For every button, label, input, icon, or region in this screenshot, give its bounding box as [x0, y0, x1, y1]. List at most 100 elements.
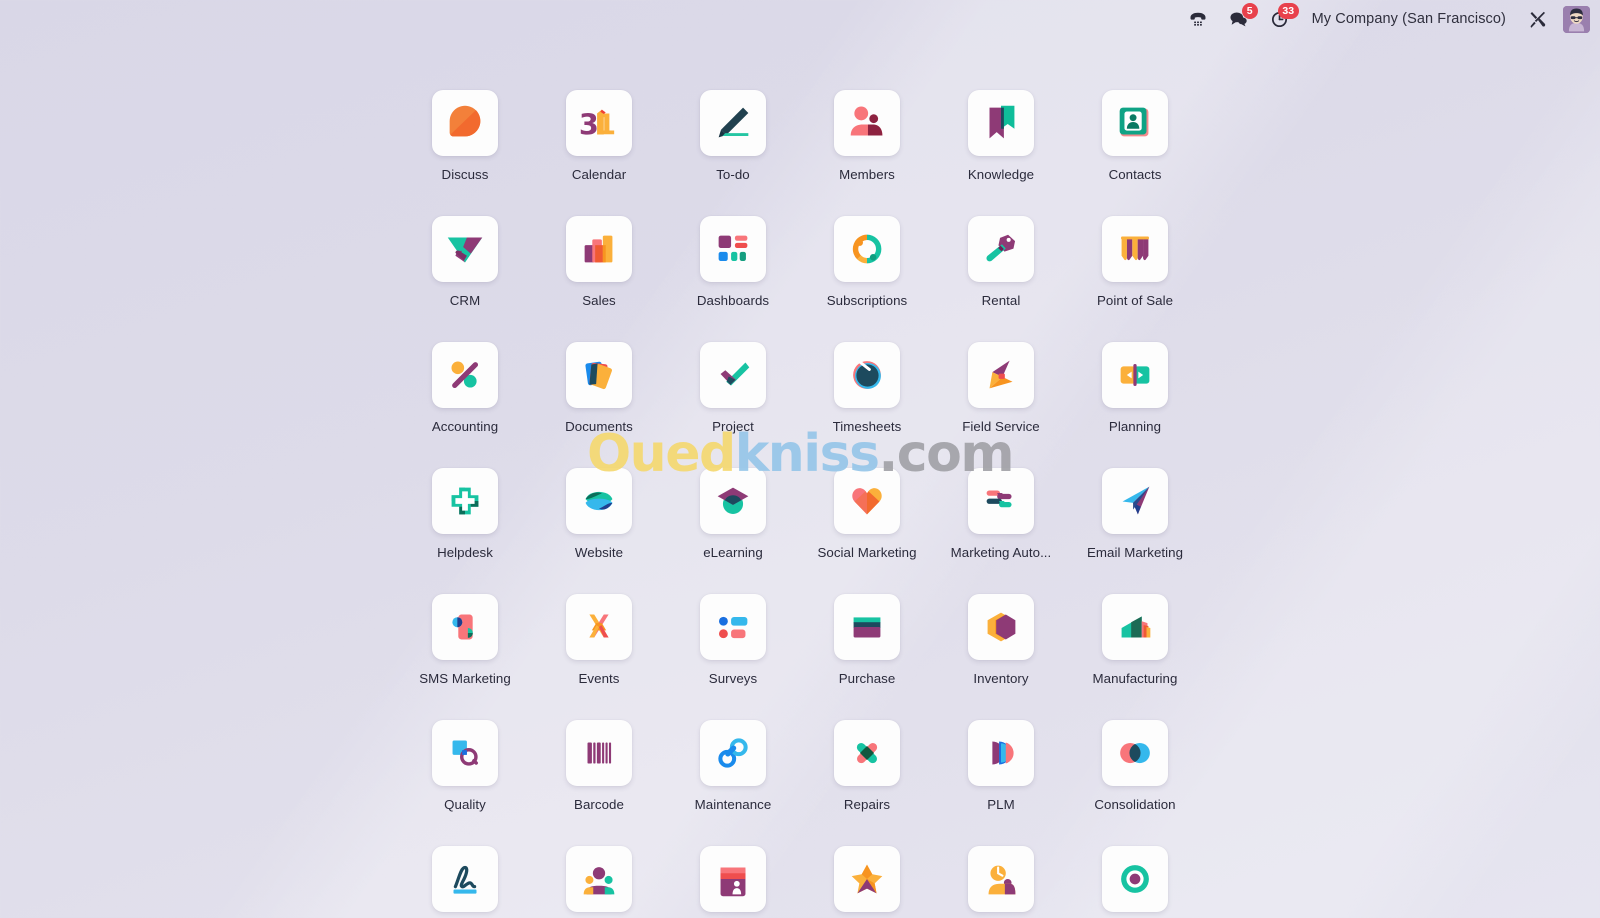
app-label: Email Marketing: [1086, 545, 1184, 560]
app-grid: Discuss 3 1 Calendar To-do Members Knowl…: [398, 84, 1202, 918]
app-appraisal[interactable]: [800, 840, 934, 918]
app-recruitment[interactable]: [666, 840, 800, 918]
app-accounting[interactable]: Accounting: [398, 336, 532, 462]
app-barcode[interactable]: Barcode: [532, 714, 666, 840]
app-dashboards[interactable]: Dashboards: [666, 210, 800, 336]
appraisal-icon: [834, 846, 900, 912]
knowledge-icon: [968, 90, 1034, 156]
messages-badge: 5: [1241, 3, 1258, 19]
avatar[interactable]: [1557, 5, 1592, 33]
app-social-marketing[interactable]: Social Marketing: [800, 462, 934, 588]
app-timesheets[interactable]: Timesheets: [800, 336, 934, 462]
app-label: Events: [578, 671, 620, 686]
activities-icon[interactable]: 33: [1259, 0, 1300, 38]
app-crm[interactable]: CRM: [398, 210, 532, 336]
app-project[interactable]: Project: [666, 336, 800, 462]
app-surveys[interactable]: Surveys: [666, 588, 800, 714]
app-marketing-automation[interactable]: Marketing Auto...: [934, 462, 1068, 588]
app-sms-marketing[interactable]: SMS Marketing: [398, 588, 532, 714]
app-sign[interactable]: [398, 840, 532, 918]
app-website[interactable]: Website: [532, 462, 666, 588]
timesheets-icon: [834, 342, 900, 408]
app-label: PLM: [987, 797, 1015, 812]
app-pos[interactable]: Point of Sale: [1068, 210, 1202, 336]
project-icon: [700, 342, 766, 408]
app-consolidation[interactable]: Consolidation: [1068, 714, 1202, 840]
voip-dialpad-icon[interactable]: [1178, 0, 1218, 38]
app-label: Timesheets: [832, 419, 902, 434]
app-employees[interactable]: [532, 840, 666, 918]
app-plm[interactable]: PLM: [934, 714, 1068, 840]
app-planning[interactable]: Planning: [1068, 336, 1202, 462]
app-rental[interactable]: Rental: [934, 210, 1068, 336]
messages-icon[interactable]: 5: [1218, 0, 1259, 38]
app-lunch[interactable]: [1068, 840, 1202, 918]
field-service-icon: [968, 342, 1034, 408]
app-subscriptions[interactable]: Subscriptions: [800, 210, 934, 336]
purchase-icon: [834, 594, 900, 660]
app-inventory[interactable]: Inventory: [934, 588, 1068, 714]
dashboards-icon: [700, 216, 766, 282]
app-maintenance[interactable]: Maintenance: [666, 714, 800, 840]
app-label: Contacts: [1108, 167, 1162, 182]
sign-icon: [432, 846, 498, 912]
subscriptions-icon: [834, 216, 900, 282]
events-icon: [566, 594, 632, 660]
app-label: SMS Marketing: [419, 671, 511, 686]
app-label: Purchase: [838, 671, 896, 686]
marketing-automation-icon: [968, 468, 1034, 534]
website-icon: [566, 468, 632, 534]
app-knowledge[interactable]: Knowledge: [934, 84, 1068, 210]
app-label: Surveys: [708, 671, 758, 686]
app-sales[interactable]: Sales: [532, 210, 666, 336]
app-label: Helpdesk: [437, 545, 493, 560]
app-calendar[interactable]: 3 1 Calendar: [532, 84, 666, 210]
app-events[interactable]: Events: [532, 588, 666, 714]
app-purchase[interactable]: Purchase: [800, 588, 934, 714]
app-time-off[interactable]: [934, 840, 1068, 918]
quality-icon: [432, 720, 498, 786]
app-label: To-do: [716, 167, 750, 182]
company-switcher[interactable]: My Company (San Francisco): [1300, 11, 1518, 27]
consolidation-icon: [1102, 720, 1168, 786]
systray: 5 33 My Company (San Francisco): [0, 0, 1600, 38]
app-label: Knowledge: [967, 167, 1035, 182]
discuss-icon: [432, 90, 498, 156]
settings-tools-icon[interactable]: [1518, 0, 1557, 38]
app-manufacturing[interactable]: Manufacturing: [1068, 588, 1202, 714]
rental-icon: [968, 216, 1034, 282]
app-label: Calendar: [571, 167, 627, 182]
app-members[interactable]: Members: [800, 84, 934, 210]
inventory-icon: [968, 594, 1034, 660]
helpdesk-icon: [432, 468, 498, 534]
app-label: Manufacturing: [1092, 671, 1178, 686]
activities-badge: 33: [1277, 3, 1299, 19]
app-label: Point of Sale: [1096, 293, 1174, 308]
sales-icon: [566, 216, 632, 282]
app-label: Inventory: [973, 671, 1029, 686]
surveys-icon: [700, 594, 766, 660]
sms-marketing-icon: [432, 594, 498, 660]
barcode-icon: [566, 720, 632, 786]
app-label: CRM: [449, 293, 481, 308]
social-marketing-icon: [834, 468, 900, 534]
app-contacts[interactable]: Contacts: [1068, 84, 1202, 210]
app-label: Marketing Auto...: [950, 545, 1052, 560]
employees-icon: [566, 846, 632, 912]
app-quality[interactable]: Quality: [398, 714, 532, 840]
app-documents[interactable]: Documents: [532, 336, 666, 462]
app-discuss[interactable]: Discuss: [398, 84, 532, 210]
app-helpdesk[interactable]: Helpdesk: [398, 462, 532, 588]
app-email-marketing[interactable]: Email Marketing: [1068, 462, 1202, 588]
members-icon: [834, 90, 900, 156]
repairs-icon: [834, 720, 900, 786]
app-label: eLearning: [703, 545, 763, 560]
app-elearning[interactable]: eLearning: [666, 462, 800, 588]
app-label: Rental: [981, 293, 1021, 308]
app-label: Sales: [582, 293, 616, 308]
app-field-service[interactable]: Field Service: [934, 336, 1068, 462]
app-label: Dashboards: [696, 293, 770, 308]
app-label: Subscriptions: [826, 293, 908, 308]
app-repairs[interactable]: Repairs: [800, 714, 934, 840]
app-todo[interactable]: To-do: [666, 84, 800, 210]
